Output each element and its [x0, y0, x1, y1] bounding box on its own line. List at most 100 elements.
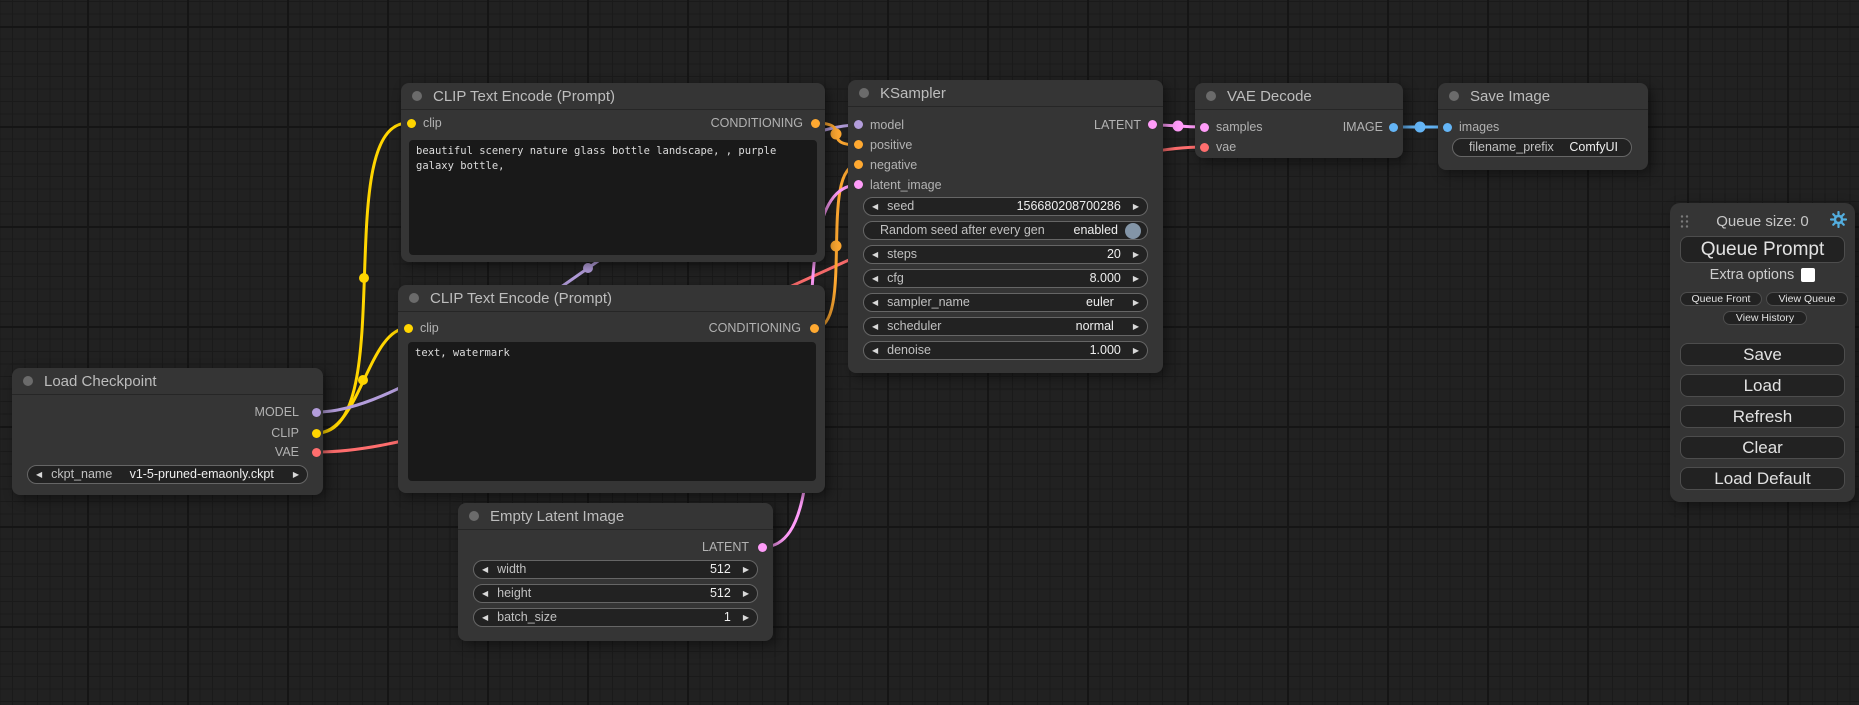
output-port-model[interactable]: [312, 408, 321, 417]
widget-value: 1.000: [1090, 344, 1121, 357]
node-title-bar[interactable]: Load Checkpoint: [12, 368, 323, 395]
node-vae-decode[interactable]: VAE Decode samples vae IMAGE: [1195, 83, 1403, 158]
batch-size-widget[interactable]: ◀ batch_size 1 ▶: [473, 608, 758, 627]
input-port-positive[interactable]: [854, 140, 863, 149]
collapse-dot-icon[interactable]: [409, 293, 419, 303]
output-label: LATENT: [1094, 118, 1141, 132]
input-label: negative: [870, 158, 917, 172]
node-title-bar[interactable]: CLIP Text Encode (Prompt): [401, 83, 825, 110]
prompt-textarea[interactable]: text, watermark: [408, 342, 816, 481]
increment-arrow-icon[interactable]: ▶: [293, 471, 299, 479]
widget-label: height: [497, 587, 531, 600]
node-ksampler[interactable]: KSampler model positive negative latent_…: [848, 80, 1163, 373]
view-queue-button[interactable]: View Queue: [1766, 292, 1848, 306]
increment-arrow-icon[interactable]: ▶: [1133, 347, 1139, 355]
decrement-arrow-icon[interactable]: ◀: [482, 590, 488, 598]
input-label: samples: [1216, 120, 1263, 134]
input-port-negative[interactable]: [854, 160, 863, 169]
node-empty-latent-image[interactable]: Empty Latent Image LATENT ◀ width 512 ▶ …: [458, 503, 773, 641]
clear-button[interactable]: Clear: [1680, 436, 1845, 459]
input-port-latent-image[interactable]: [854, 180, 863, 189]
input-label: latent_image: [870, 178, 942, 192]
comfy-menu-panel[interactable]: Queue size: 0 Queue Prompt Extra options…: [1670, 203, 1855, 502]
collapse-dot-icon[interactable]: [859, 88, 869, 98]
decrement-arrow-icon[interactable]: ◀: [872, 299, 878, 307]
increment-arrow-icon[interactable]: ▶: [1133, 251, 1139, 259]
increment-arrow-icon[interactable]: ▶: [1133, 275, 1139, 283]
node-title: CLIP Text Encode (Prompt): [430, 290, 612, 307]
output-port-image[interactable]: [1389, 123, 1398, 132]
widget-value: 1: [724, 611, 731, 624]
load-default-button[interactable]: Load Default: [1680, 467, 1845, 490]
queue-front-button[interactable]: Queue Front: [1680, 292, 1762, 306]
increment-arrow-icon[interactable]: ▶: [1133, 299, 1139, 307]
output-port-conditioning[interactable]: [810, 324, 819, 333]
input-port-images[interactable]: [1443, 123, 1452, 132]
widget-label: width: [497, 563, 526, 576]
node-title-bar[interactable]: KSampler: [848, 80, 1163, 107]
output-port-latent[interactable]: [1148, 120, 1157, 129]
widget-value: 8.000: [1090, 272, 1121, 285]
output-port-latent[interactable]: [758, 543, 767, 552]
extra-options-checkbox[interactable]: [1801, 268, 1815, 282]
steps-widget[interactable]: ◀ steps 20 ▶: [863, 245, 1148, 264]
widget-value: 20: [1107, 248, 1121, 261]
decrement-arrow-icon[interactable]: ◀: [482, 566, 488, 574]
output-port-clip[interactable]: [312, 429, 321, 438]
input-port-samples[interactable]: [1200, 123, 1209, 132]
seed-widget[interactable]: ◀ seed 156680208700286 ▶: [863, 197, 1148, 216]
node-title: VAE Decode: [1227, 88, 1312, 105]
link-midpoint-dot: [583, 263, 593, 273]
prompt-textarea[interactable]: beautiful scenery nature glass bottle la…: [409, 140, 817, 255]
node-clip-text-encode-positive[interactable]: CLIP Text Encode (Prompt) clip CONDITION…: [401, 83, 825, 262]
node-clip-text-encode-negative[interactable]: CLIP Text Encode (Prompt) clip CONDITION…: [398, 285, 825, 493]
increment-arrow-icon[interactable]: ▶: [743, 614, 749, 622]
save-button[interactable]: Save: [1680, 343, 1845, 366]
queue-prompt-button[interactable]: Queue Prompt: [1680, 236, 1845, 263]
toggle-knob-icon[interactable]: [1125, 223, 1141, 239]
denoise-widget[interactable]: ◀ denoise 1.000 ▶: [863, 341, 1148, 360]
node-title-bar[interactable]: CLIP Text Encode (Prompt): [398, 285, 825, 312]
decrement-arrow-icon[interactable]: ◀: [872, 275, 878, 283]
refresh-button[interactable]: Refresh: [1680, 405, 1845, 428]
cfg-widget[interactable]: ◀ cfg 8.000 ▶: [863, 269, 1148, 288]
decrement-arrow-icon[interactable]: ◀: [872, 323, 878, 331]
width-widget[interactable]: ◀ width 512 ▶: [473, 560, 758, 579]
input-port-model[interactable]: [854, 120, 863, 129]
collapse-dot-icon[interactable]: [1206, 91, 1216, 101]
output-port-conditioning[interactable]: [811, 119, 820, 128]
output-port-vae[interactable]: [312, 448, 321, 457]
random-seed-toggle-widget[interactable]: Random seed after every gen enabled: [863, 221, 1148, 240]
node-load-checkpoint[interactable]: Load Checkpoint MODEL CLIP VAE ◀ ckpt_na…: [12, 368, 323, 495]
widget-label: batch_size: [497, 611, 557, 624]
height-widget[interactable]: ◀ height 512 ▶: [473, 584, 758, 603]
node-title-bar[interactable]: Empty Latent Image: [458, 503, 773, 530]
increment-arrow-icon[interactable]: ▶: [743, 590, 749, 598]
increment-arrow-icon[interactable]: ▶: [1133, 203, 1139, 211]
increment-arrow-icon[interactable]: ▶: [1133, 323, 1139, 331]
decrement-arrow-icon[interactable]: ◀: [872, 347, 878, 355]
view-history-button[interactable]: View History: [1723, 311, 1807, 325]
sampler-name-widget[interactable]: ◀ sampler_name euler ▶: [863, 293, 1148, 312]
load-button[interactable]: Load: [1680, 374, 1845, 397]
filename-prefix-widget[interactable]: filename_prefix ComfyUI: [1452, 138, 1632, 157]
collapse-dot-icon[interactable]: [23, 376, 33, 386]
decrement-arrow-icon[interactable]: ◀: [872, 251, 878, 259]
input-port-clip[interactable]: [404, 324, 413, 333]
input-port-clip[interactable]: [407, 119, 416, 128]
decrement-arrow-icon[interactable]: ◀: [872, 203, 878, 211]
settings-gear-icon[interactable]: [1830, 211, 1847, 233]
input-port-vae[interactable]: [1200, 143, 1209, 152]
node-title-bar[interactable]: VAE Decode: [1195, 83, 1403, 110]
collapse-dot-icon[interactable]: [469, 511, 479, 521]
scheduler-widget[interactable]: ◀ scheduler normal ▶: [863, 317, 1148, 336]
increment-arrow-icon[interactable]: ▶: [743, 566, 749, 574]
ckpt-name-widget[interactable]: ◀ ckpt_name v1-5-pruned-emaonly.ckpt ▶: [27, 465, 308, 484]
decrement-arrow-icon[interactable]: ◀: [482, 614, 488, 622]
node-save-image[interactable]: Save Image images filename_prefix ComfyU…: [1438, 83, 1648, 170]
node-title-bar[interactable]: Save Image: [1438, 83, 1648, 110]
link-midpoint-dot: [831, 129, 842, 140]
collapse-dot-icon[interactable]: [412, 91, 422, 101]
decrement-arrow-icon[interactable]: ◀: [36, 471, 42, 479]
collapse-dot-icon[interactable]: [1449, 91, 1459, 101]
